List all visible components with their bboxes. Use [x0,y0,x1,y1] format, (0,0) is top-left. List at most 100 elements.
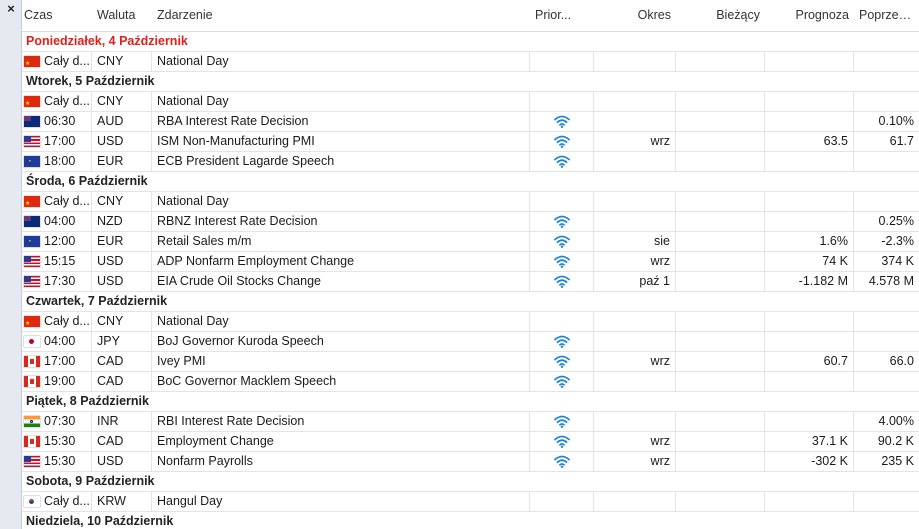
column-header-time[interactable]: Czas [22,0,92,31]
column-header-forecast[interactable]: Prognoza [765,0,854,31]
date-label: Niedziela, 10 Październik [26,514,174,528]
event-row[interactable]: 17:00 CAD Ivey PMI wrz 60.7 66.0 [22,352,919,372]
period-cell [594,192,676,211]
event-row[interactable]: Cały d...CNYNational Day [22,92,919,112]
event-row[interactable]: 18:00 EURECB President Lagarde Speech [22,152,919,172]
forecast-cell [765,492,854,511]
date-label: Czwartek, 7 Październik [26,294,168,308]
event-row[interactable]: 17:00 USD ISM Non-Manufacturing PMI wrz 63.… [22,132,919,152]
priority-cell [530,412,594,431]
canada-flag-icon [24,356,40,367]
time-cell: Cały d... [22,312,92,331]
priority-cell [530,212,594,231]
event-row[interactable]: 17:30 USD EIA Crude Oil Stocks Change paź … [22,272,919,292]
actual-cell [676,372,765,391]
forecast-cell: 1.6% [765,232,854,251]
event-row[interactable]: 04:00 NZD RBNZ Interest Rate Decision 0.25… [22,212,919,232]
currency-cell: CNY [92,312,152,331]
period-cell [594,52,676,71]
event-row[interactable]: 15:30 CAD Employment Change wrz 37.1 K 90.2 … [22,432,919,452]
column-header-currency[interactable]: Waluta [92,0,152,31]
previous-cell: 66.0 [889,354,914,368]
event-name-cell: BoJ Governor Kuroda Speech [152,332,530,351]
priority-cell [530,352,594,371]
event-row[interactable]: 12:00 EURRetail Sales m/m sie 1.6% -2.3% [22,232,919,252]
period-cell [594,312,676,331]
currency-cell: INR [92,412,152,431]
time-cell: 15:15 [22,252,92,271]
time-cell: 18:00 [22,152,92,171]
event-name-cell: BoC Governor Macklem Speech [152,372,530,391]
signal-icon [553,135,570,148]
priority-cell [530,52,594,71]
actual-cell [676,492,765,511]
signal-icon [553,235,570,248]
forecast-cell: -302 K [765,452,854,471]
event-row[interactable]: 19:00 CAD BoC Governor Macklem Speech [22,372,919,392]
event-row[interactable]: Cały d...CNYNational Day [22,312,919,332]
date-group-row[interactable]: Poniedziałek, 4 Październik [22,32,919,52]
usa-flag-icon [24,276,40,287]
time-text: 17:30 [44,274,76,288]
column-header-period[interactable]: Okres [594,0,676,31]
actual-cell [676,52,765,71]
previous-cell [854,372,919,391]
actual-cell [676,212,765,231]
india-flag-icon [24,416,40,427]
previous-cell [854,152,919,171]
forecast-cell: 60.7 [765,352,854,371]
usa-flag-icon [24,136,40,147]
signal-icon [553,335,570,348]
date-group-row[interactable]: Piątek, 8 Październik [22,392,919,412]
time-cell: 17:00 [22,132,92,151]
event-row[interactable]: Cały d...CNYNational Day [22,192,919,212]
signal-icon [553,435,570,448]
signal-icon [553,355,570,368]
previous-cell: 61.7 [889,134,914,148]
date-group-row[interactable]: Sobota, 9 Październik [22,472,919,492]
time-text: 15:30 [44,454,76,468]
currency-cell: USD [92,272,152,291]
close-icon[interactable]: × [0,0,22,18]
date-group-row[interactable]: Środa, 6 Październik [22,172,919,192]
previous-cell [854,52,919,71]
actual-cell [676,432,765,451]
column-header-previous[interactable]: Poprzedni [854,0,919,31]
date-group-row[interactable]: Czwartek, 7 Październik [22,292,919,312]
event-row[interactable]: 04:00 JPY BoJ Governor Kuroda Speech [22,332,919,352]
period-cell [594,152,676,171]
column-header-actual[interactable]: Bieżący [676,0,765,31]
event-row[interactable]: Cały d...CNYNational Day [22,52,919,72]
date-group-row[interactable]: Niedziela, 10 Październik [22,512,919,529]
currency-cell: CAD [92,372,152,391]
event-row[interactable]: 15:30 USD Nonfarm Payrolls wrz -302 K 235 K [22,452,919,472]
previous-cell [854,92,919,111]
china-flag-icon [24,96,40,107]
forecast-cell [765,372,854,391]
previous-cell: 0.10% [878,114,914,128]
priority-cell [530,152,594,171]
period-cell: wrz [594,352,676,371]
event-name-cell: National Day [152,312,530,331]
currency-cell: USD [92,132,152,151]
eu-flag-icon [24,156,40,167]
event-row[interactable]: 15:15 USD ADP Nonfarm Employment Change wr… [22,252,919,272]
priority-cell [530,332,594,351]
event-row[interactable]: 07:30 INR RBI Interest Rate Decision 4.00% [22,412,919,432]
column-header-event[interactable]: Zdarzenie [152,0,530,31]
actual-cell [676,252,765,271]
time-cell: 07:30 [22,412,92,431]
previous-cell: 4.578 M [868,274,914,288]
priority-cell [530,452,594,471]
previous-cell [854,492,919,511]
column-header-priority[interactable]: Prior... [530,0,594,31]
table-body: Poniedziałek, 4 PaździernikCały d...CNYN… [22,32,919,529]
currency-cell: NZD [92,212,152,231]
date-group-row[interactable]: Wtorek, 5 Październik [22,72,919,92]
canada-flag-icon [24,436,40,447]
china-flag-icon [24,56,40,67]
event-row[interactable]: Cały d... KRW Hangul Day [22,492,919,512]
event-row[interactable]: 06:30 AUD RBA Interest Rate Decision 0.10% [22,112,919,132]
priority-cell [530,432,594,451]
side-panel: × [0,0,22,529]
